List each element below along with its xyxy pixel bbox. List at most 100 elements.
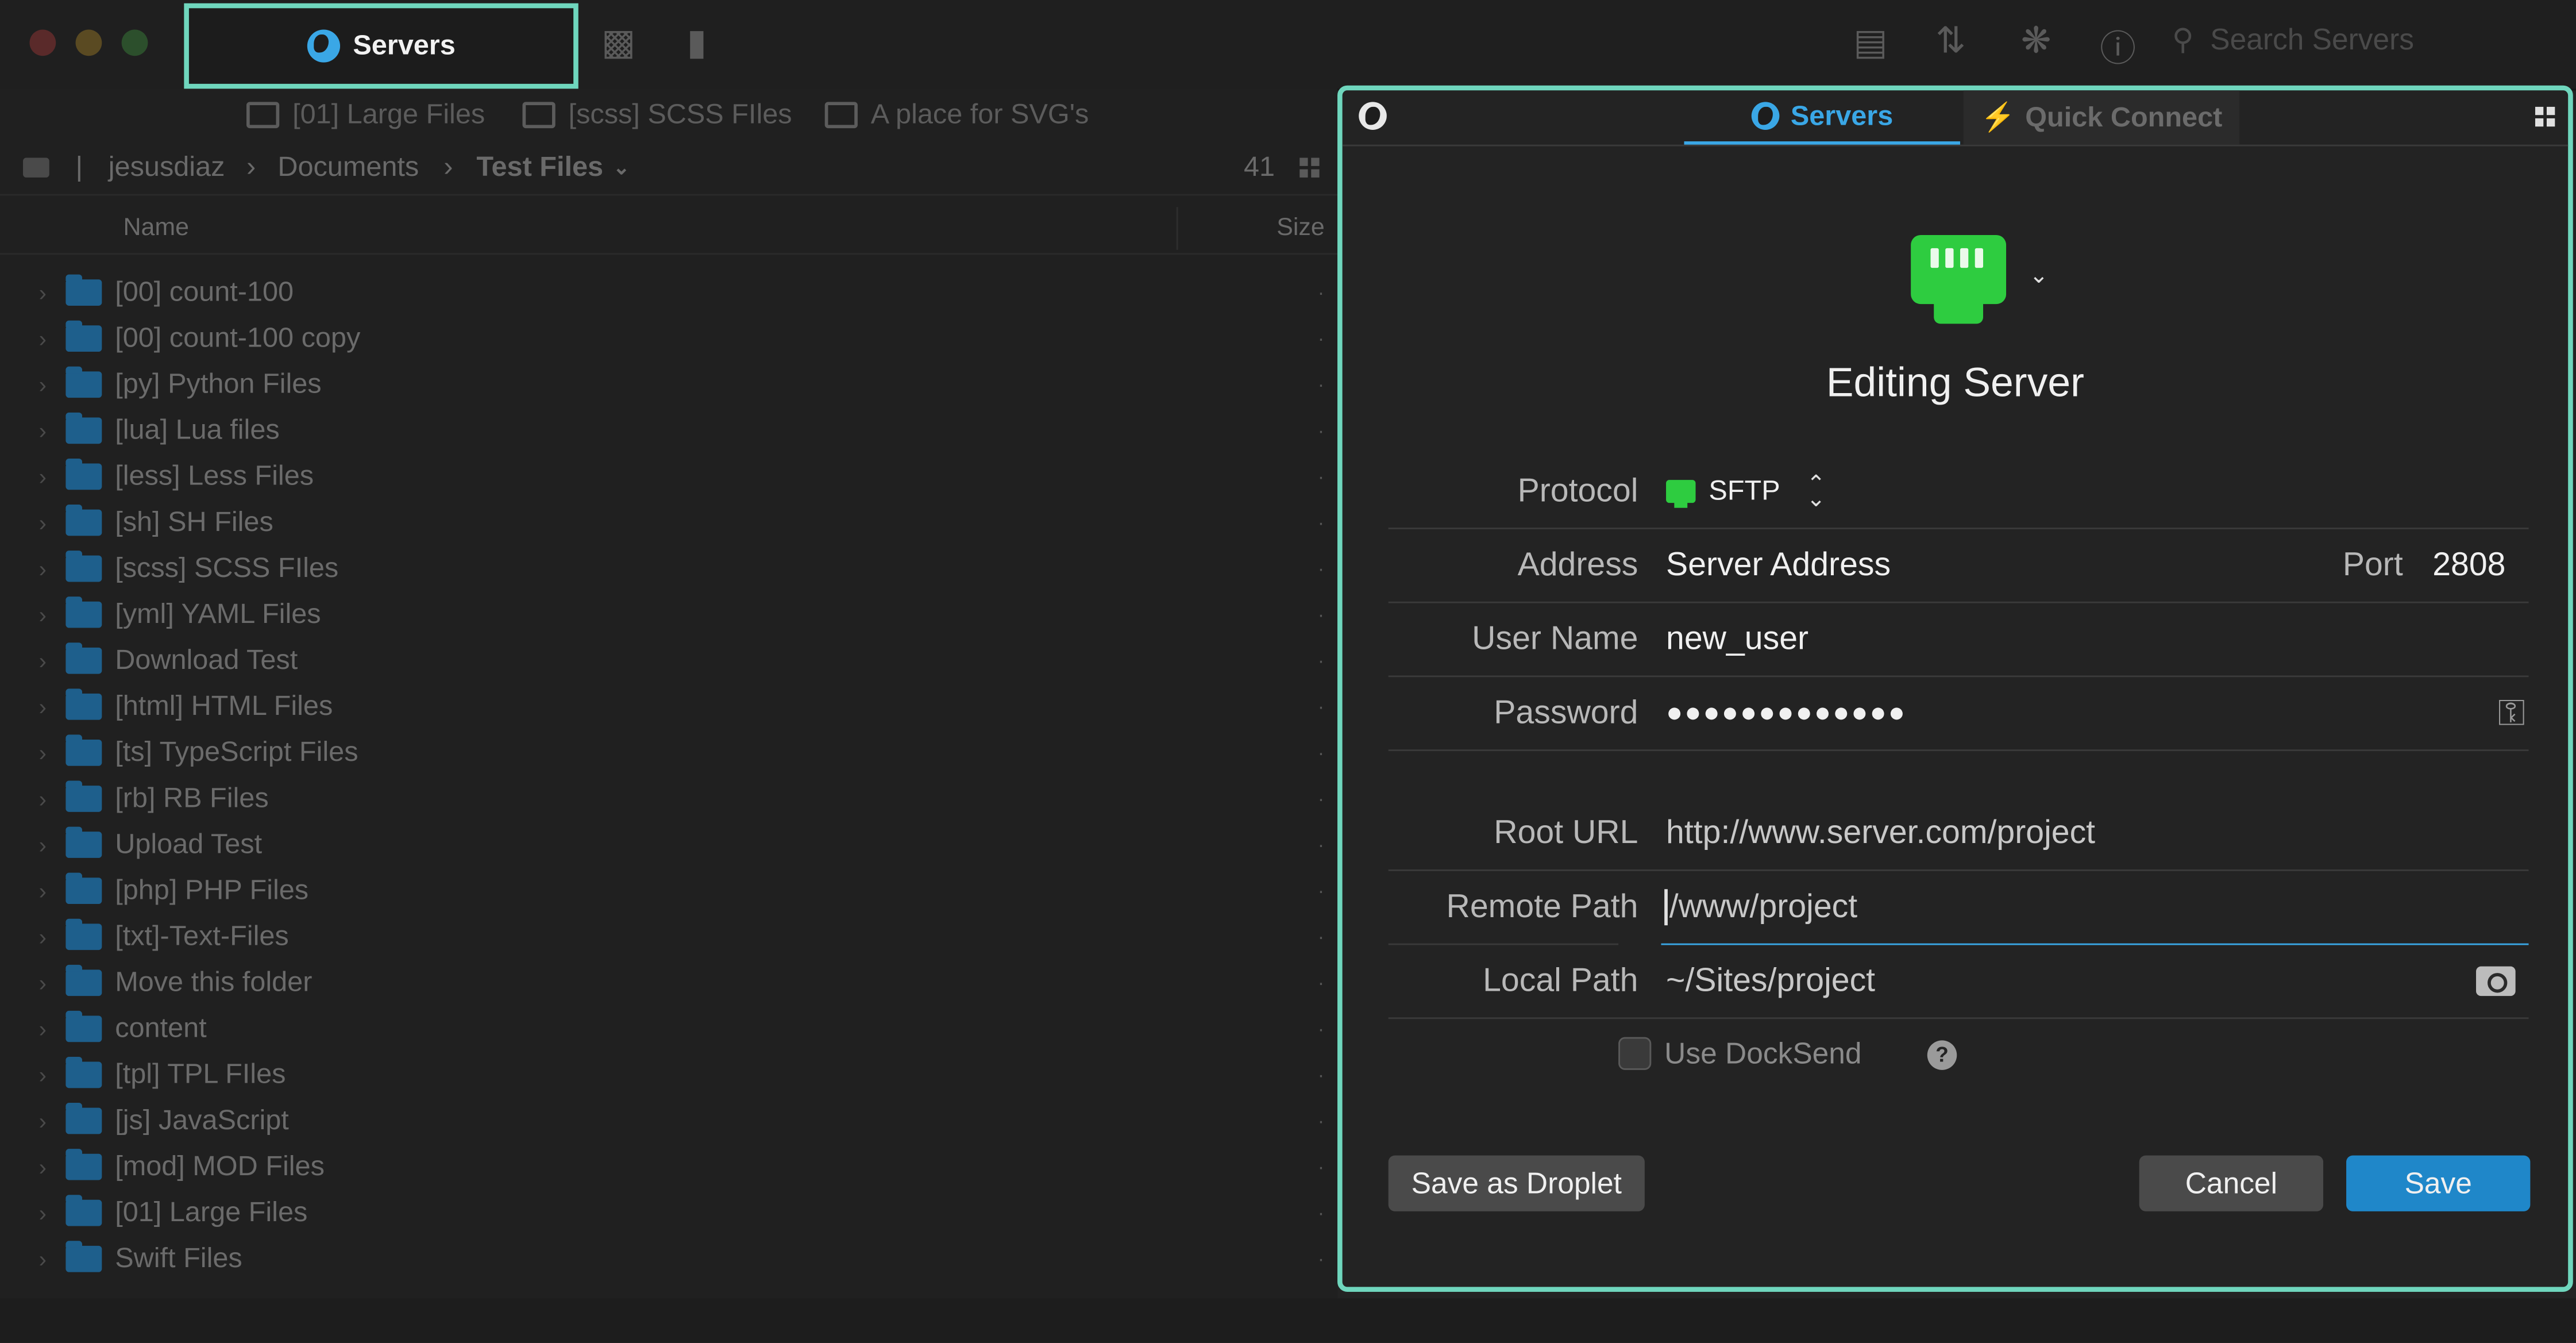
chevron-right-icon[interactable]: › <box>20 740 65 766</box>
column-divider[interactable] <box>1176 207 1178 250</box>
transfer-queue-icon[interactable]: ▤ <box>1853 21 1887 64</box>
file-row[interactable]: › Download Test · <box>0 638 1337 684</box>
chevron-right-icon[interactable]: › <box>20 1062 65 1088</box>
chevron-down-icon[interactable]: ⌄ <box>2029 261 2049 290</box>
chevron-right-icon[interactable]: › <box>20 878 65 904</box>
chevron-right-icon[interactable]: › <box>20 371 65 398</box>
chevron-right-icon[interactable]: › <box>20 832 65 858</box>
size-placeholder: · <box>1317 1247 1325 1271</box>
bookmark-svg[interactable]: A place for SVG's <box>824 99 1089 132</box>
column-size[interactable]: Size <box>1277 214 1324 242</box>
chevron-right-icon[interactable]: › <box>20 786 65 812</box>
breadcrumb-documents[interactable]: Documents <box>277 151 419 184</box>
local-path-input[interactable]: ~/Sites/project <box>1666 963 1875 1000</box>
save-as-droplet-button[interactable]: Save as Droplet <box>1388 1155 1645 1211</box>
disk-icon[interactable] <box>23 157 49 178</box>
address-input[interactable]: Server Address <box>1666 547 2343 584</box>
file-name: [py] Python Files <box>115 368 322 399</box>
file-name: [lua] Lua files <box>115 414 280 446</box>
file-row[interactable]: › [sh] SH Files · <box>0 499 1337 545</box>
view-grid-icon[interactable] <box>1299 157 1320 178</box>
chevron-right-icon[interactable]: › <box>20 464 65 490</box>
chevron-right-icon[interactable]: › <box>20 325 65 352</box>
folder-icon[interactable]: ▩ <box>601 21 635 64</box>
server-globe-button[interactable] <box>1359 102 1387 138</box>
chevron-right-icon[interactable]: › <box>20 923 65 950</box>
close-window-button[interactable] <box>29 29 56 56</box>
folder-browse-icon[interactable] <box>2476 966 2516 996</box>
file-row[interactable]: › [ts] TypeScript Files · <box>0 730 1337 776</box>
tab-servers[interactable]: Servers <box>1684 90 1960 145</box>
file-row[interactable]: › [js] JavaScript · <box>0 1098 1337 1144</box>
help-icon[interactable]: ? <box>1927 1040 1957 1070</box>
protocol-select[interactable]: SFTP ⌃ ⌄ <box>1666 472 1826 510</box>
password-label: Password <box>1494 694 1638 731</box>
file-row[interactable]: › [00] count-100 copy · <box>0 315 1337 361</box>
chevron-right-icon[interactable]: › <box>20 1154 65 1180</box>
bookmark-scss-files[interactable]: [scss] SCSS FIles <box>522 99 792 132</box>
file-row[interactable]: › [mod] MOD Files · <box>0 1144 1337 1190</box>
file-name: content <box>115 1012 207 1044</box>
file-row[interactable]: › content · <box>0 1006 1337 1052</box>
file-row[interactable]: › Swift Files · <box>0 1236 1337 1282</box>
file-icon[interactable]: ▮ <box>687 21 707 64</box>
local-path-label: Local Path <box>1483 962 1638 999</box>
file-row[interactable]: › Upload Test · <box>0 822 1337 868</box>
zoom-window-button[interactable] <box>121 29 148 56</box>
file-row[interactable]: › [tpl] TPL FIles · <box>0 1052 1337 1098</box>
breadcrumb-current[interactable]: Test Files ⌄ <box>476 151 630 184</box>
bookmark-large-files[interactable]: [01] Large Files <box>246 99 485 132</box>
chevron-right-icon[interactable]: › <box>20 417 65 444</box>
search-field[interactable]: ⚲ Search Servers <box>2172 23 2414 57</box>
tab-quick-connect[interactable]: ⚡ Quick Connect <box>1963 90 2240 145</box>
save-button[interactable]: Save <box>2346 1155 2531 1211</box>
chevron-right-icon[interactable]: › <box>20 694 65 720</box>
file-row[interactable]: › [py] Python Files · <box>0 361 1337 407</box>
info-icon[interactable]: ⓘ <box>2100 20 2136 72</box>
minimize-window-button[interactable] <box>75 29 102 56</box>
servers-tab-button[interactable]: Servers <box>184 3 579 89</box>
docksend-checkbox[interactable] <box>1618 1037 1652 1070</box>
file-name: Swift Files <box>115 1242 242 1274</box>
file-row[interactable]: › [00] count-100 · <box>0 270 1337 315</box>
chevron-right-icon[interactable]: › <box>20 1015 65 1042</box>
file-row[interactable]: › [scss] SCSS FIles · <box>0 546 1337 592</box>
key-icon[interactable]: ⚿ <box>2498 692 2525 734</box>
chevron-right-icon[interactable]: › <box>20 1108 65 1134</box>
file-row[interactable]: › Move this folder · <box>0 960 1337 1006</box>
file-row[interactable]: › [less] Less Files · <box>0 453 1337 499</box>
file-row[interactable]: › [01] Large Files · <box>0 1190 1337 1236</box>
remote-path-input[interactable]: /www/project <box>1661 870 2529 945</box>
protocol-label: Protocol <box>1517 472 1638 509</box>
plug-icon[interactable] <box>1911 234 2007 324</box>
root-url-input[interactable]: http://www.server.com/project <box>1666 814 2095 852</box>
cancel-button[interactable]: Cancel <box>2139 1155 2324 1211</box>
activity-icon[interactable]: ❋ <box>2021 20 2051 62</box>
password-input[interactable]: ●●●●●●●●●●●●● <box>1666 697 1907 730</box>
remote-path-value: /www/project <box>1669 888 1858 925</box>
breadcrumb-user[interactable]: jesusdiaz <box>109 151 225 184</box>
grid-icon[interactable] <box>2535 106 2555 127</box>
chevron-right-icon[interactable]: › <box>20 1200 65 1226</box>
item-count: 41 <box>1244 151 1275 183</box>
file-row[interactable]: › [txt]-Text-Files · <box>0 914 1337 960</box>
chevron-right-icon[interactable]: › <box>20 556 65 582</box>
file-row[interactable]: › [rb] RB Files · <box>0 776 1337 822</box>
docksend-label[interactable]: Use DockSend <box>1664 1037 1861 1072</box>
port-input[interactable]: 2808 <box>2432 547 2505 584</box>
username-input[interactable]: new_user <box>1666 621 1808 659</box>
chevron-right-icon[interactable]: › <box>20 648 65 674</box>
chevron-right-icon[interactable]: › <box>20 602 65 628</box>
file-row[interactable]: › [php] PHP Files · <box>0 868 1337 914</box>
breadcrumb-current-label: Test Files <box>476 151 604 183</box>
chevron-right-icon[interactable]: › <box>20 1246 65 1272</box>
chevron-right-icon[interactable]: › <box>20 279 65 306</box>
chevron-right-icon[interactable]: › <box>20 510 65 536</box>
file-row[interactable]: › [html] HTML Files · <box>0 684 1337 730</box>
file-row[interactable]: › [yml] YAML Files · <box>0 592 1337 638</box>
transfer-icon[interactable]: ⇅ <box>1935 20 1966 62</box>
file-row[interactable]: › [lua] Lua files · <box>0 407 1337 453</box>
folder-icon <box>65 551 102 582</box>
column-name[interactable]: Name <box>123 214 188 242</box>
chevron-right-icon[interactable]: › <box>20 969 65 996</box>
